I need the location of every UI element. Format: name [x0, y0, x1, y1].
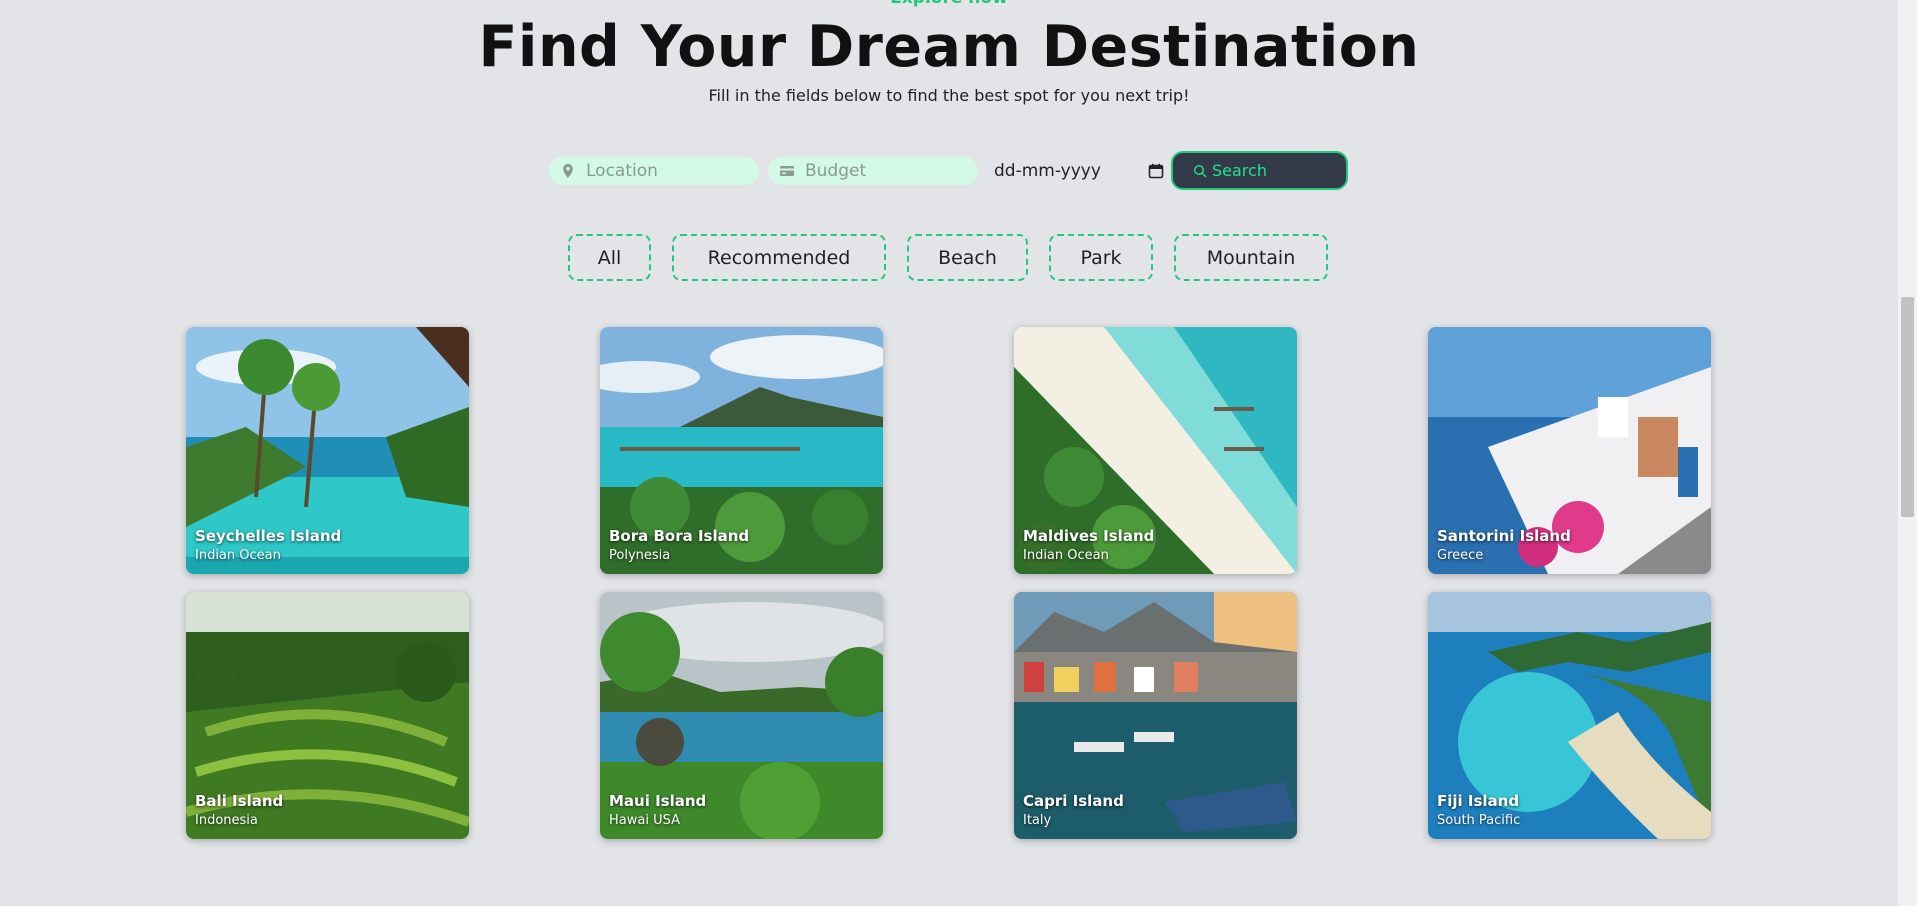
destination-location: Italy — [1023, 813, 1052, 828]
destination-name: Seychelles Island — [195, 527, 342, 545]
destination-location: Indian Ocean — [1023, 548, 1109, 563]
destination-name: Fiji Island — [1437, 792, 1520, 810]
location-input[interactable] — [584, 160, 738, 182]
filter-mountain[interactable]: Mountain — [1174, 234, 1328, 281]
page-title: Find Your Dream Destination — [478, 14, 1420, 80]
destination-location: Hawai USA — [609, 813, 680, 828]
filter-recommended[interactable]: Recommended — [672, 234, 886, 281]
destination-name: Capri Island — [1023, 792, 1124, 810]
destination-name: Santorini Island — [1437, 527, 1571, 545]
destination-card-fiji[interactable]: Fiji Island South Pacific — [1428, 592, 1711, 839]
destination-location: Greece — [1437, 548, 1484, 563]
destination-card-bora-bora[interactable]: Bora Bora Island Polynesia — [600, 327, 883, 574]
filter-all[interactable]: All — [568, 234, 651, 281]
location-field[interactable] — [549, 157, 759, 185]
destination-location: Indian Ocean — [195, 548, 281, 563]
explore-now-link[interactable]: Explore now — [0, 0, 1898, 8]
destination-card-maui[interactable]: Maui Island Hawai USA — [600, 592, 883, 839]
credit-card-icon — [779, 163, 795, 179]
destination-name: Bora Bora Island — [609, 527, 750, 545]
destination-card-capri[interactable]: Capri Island Italy — [1014, 592, 1297, 839]
destination-card-maldives[interactable]: Maldives Island Indian Ocean — [1014, 327, 1297, 574]
destination-location: South Pacific — [1437, 813, 1521, 828]
destination-card-bali[interactable]: Bali Island Indonesia — [186, 592, 469, 839]
search-button-label: Search — [1212, 161, 1267, 180]
search-icon — [1193, 164, 1207, 178]
destination-name: Bali Island — [195, 792, 284, 810]
search-button[interactable]: Search — [1171, 151, 1348, 190]
budget-input[interactable] — [803, 160, 957, 182]
filter-park[interactable]: Park — [1049, 234, 1153, 281]
destination-name: Maldives Island — [1023, 527, 1155, 545]
calendar-icon[interactable] — [1148, 163, 1164, 179]
date-value: dd-mm-yyyy — [994, 161, 1101, 181]
scrollbar-thumb[interactable] — [1901, 297, 1914, 517]
scrollbar-track[interactable] — [1898, 0, 1917, 906]
destination-card-santorini[interactable]: Santorini Island Greece — [1428, 327, 1711, 574]
location-pin-icon — [560, 163, 576, 179]
date-input[interactable]: dd-mm-yyyy — [994, 156, 1164, 186]
destination-name: Maui Island — [609, 792, 707, 810]
filter-beach[interactable]: Beach — [907, 234, 1028, 281]
budget-field[interactable] — [768, 157, 978, 185]
destination-location: Indonesia — [195, 813, 258, 828]
destination-location: Polynesia — [609, 548, 671, 563]
destination-card-seychelles[interactable]: Seychelles Island Indian Ocean — [186, 327, 469, 574]
page-subtitle: Fill in the fields below to find the bes… — [708, 86, 1190, 105]
